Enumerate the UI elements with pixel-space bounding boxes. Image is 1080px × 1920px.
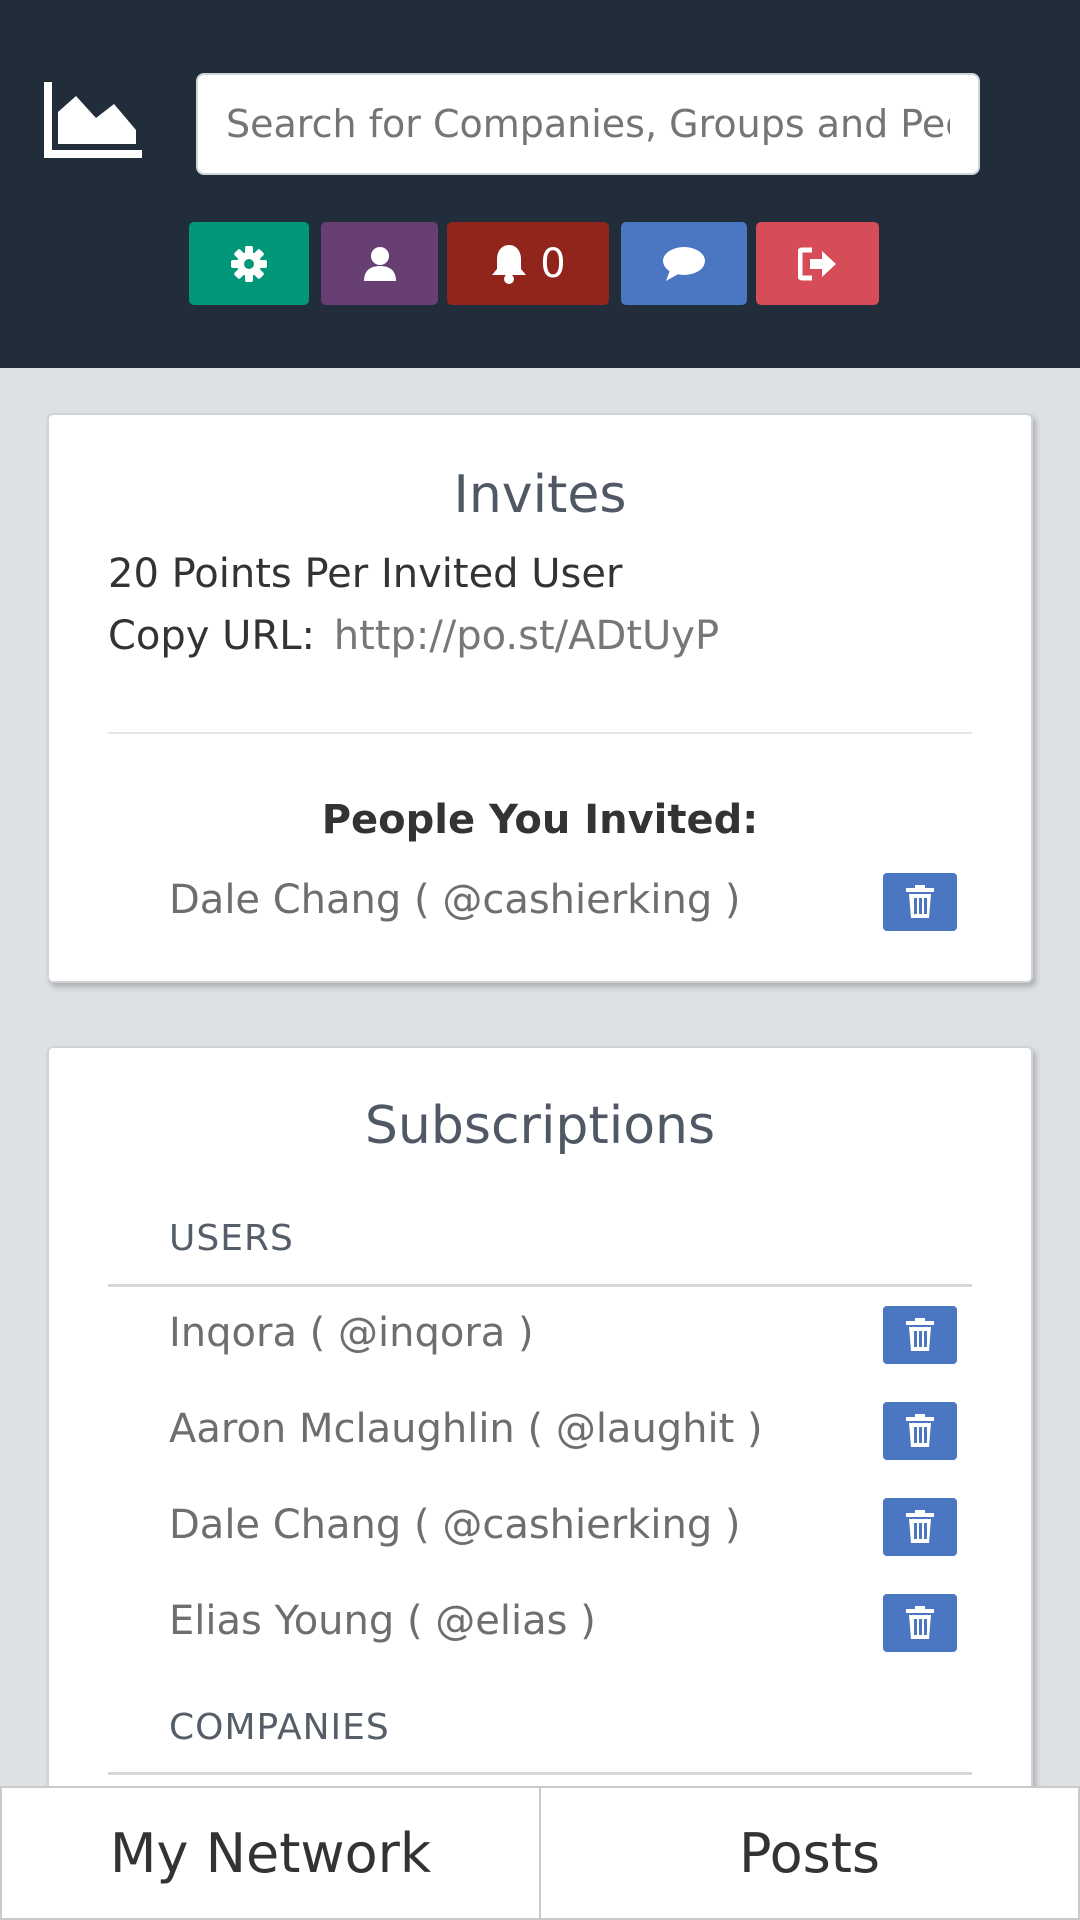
unsubscribe-button[interactable]: [883, 1498, 957, 1556]
companies-section-label: COMPANIES: [169, 1707, 390, 1748]
copy-url-label: Copy URL:: [108, 613, 316, 659]
trash-icon: [906, 1318, 934, 1351]
delete-invite-button[interactable]: [883, 873, 957, 931]
tab-posts[interactable]: Posts: [541, 1786, 1080, 1920]
subscriptions-card: Subscriptions USERS Inqora ( @inqora ) A…: [47, 1046, 1033, 1846]
chat-icon: [663, 246, 705, 281]
subscribed-user-name[interactable]: Elias Young ( @elias ): [169, 1598, 596, 1644]
invite-url-link[interactable]: http://po.st/ADtUyP: [334, 613, 719, 659]
companies-divider: [108, 1772, 972, 1775]
area-chart-logo-icon[interactable]: [44, 82, 142, 158]
users-divider: [108, 1284, 972, 1287]
subscribed-user-name[interactable]: Aaron Mclaughlin ( @laughit ): [169, 1406, 763, 1452]
invites-divider: [108, 732, 972, 734]
unsubscribe-button[interactable]: [883, 1594, 957, 1652]
sign-out-icon: [797, 247, 836, 280]
invites-title: Invites: [453, 465, 627, 525]
gear-icon: [231, 245, 267, 282]
messages-button[interactable]: [621, 222, 747, 305]
top-header: 0: [0, 0, 1080, 368]
profile-button[interactable]: [321, 222, 438, 305]
tab-my-network[interactable]: My Network: [0, 1786, 541, 1920]
unsubscribe-button[interactable]: [883, 1306, 957, 1364]
subscriptions-title: Subscriptions: [364, 1096, 716, 1156]
settings-button[interactable]: [189, 222, 309, 305]
bell-icon: [492, 244, 527, 284]
logout-button[interactable]: [756, 222, 879, 305]
invites-card: Invites 20 Points Per Invited User Copy …: [47, 413, 1033, 983]
subscribed-user-name[interactable]: Dale Chang ( @cashierking ): [169, 1502, 741, 1548]
trash-icon: [906, 1510, 934, 1543]
invited-person-name[interactable]: Dale Chang ( @cashierking ): [169, 877, 741, 923]
notifications-button[interactable]: 0: [447, 222, 609, 305]
users-section-label: USERS: [169, 1218, 294, 1259]
bottom-tab-bar: My Network Posts: [0, 1786, 1080, 1920]
user-icon: [363, 246, 396, 281]
people-invited-heading: People You Invited:: [321, 797, 759, 843]
trash-icon: [906, 1606, 934, 1639]
unsubscribe-button[interactable]: [883, 1402, 957, 1460]
search-input[interactable]: [196, 73, 980, 175]
trash-icon: [906, 1414, 934, 1447]
points-per-invite-text: 20 Points Per Invited User: [108, 551, 623, 597]
notification-count: 0: [540, 240, 566, 287]
trash-icon: [906, 885, 934, 918]
copy-url-row: Copy URL: http://po.st/ADtUyP: [108, 613, 719, 659]
subscribed-user-name[interactable]: Inqora ( @inqora ): [169, 1310, 534, 1356]
